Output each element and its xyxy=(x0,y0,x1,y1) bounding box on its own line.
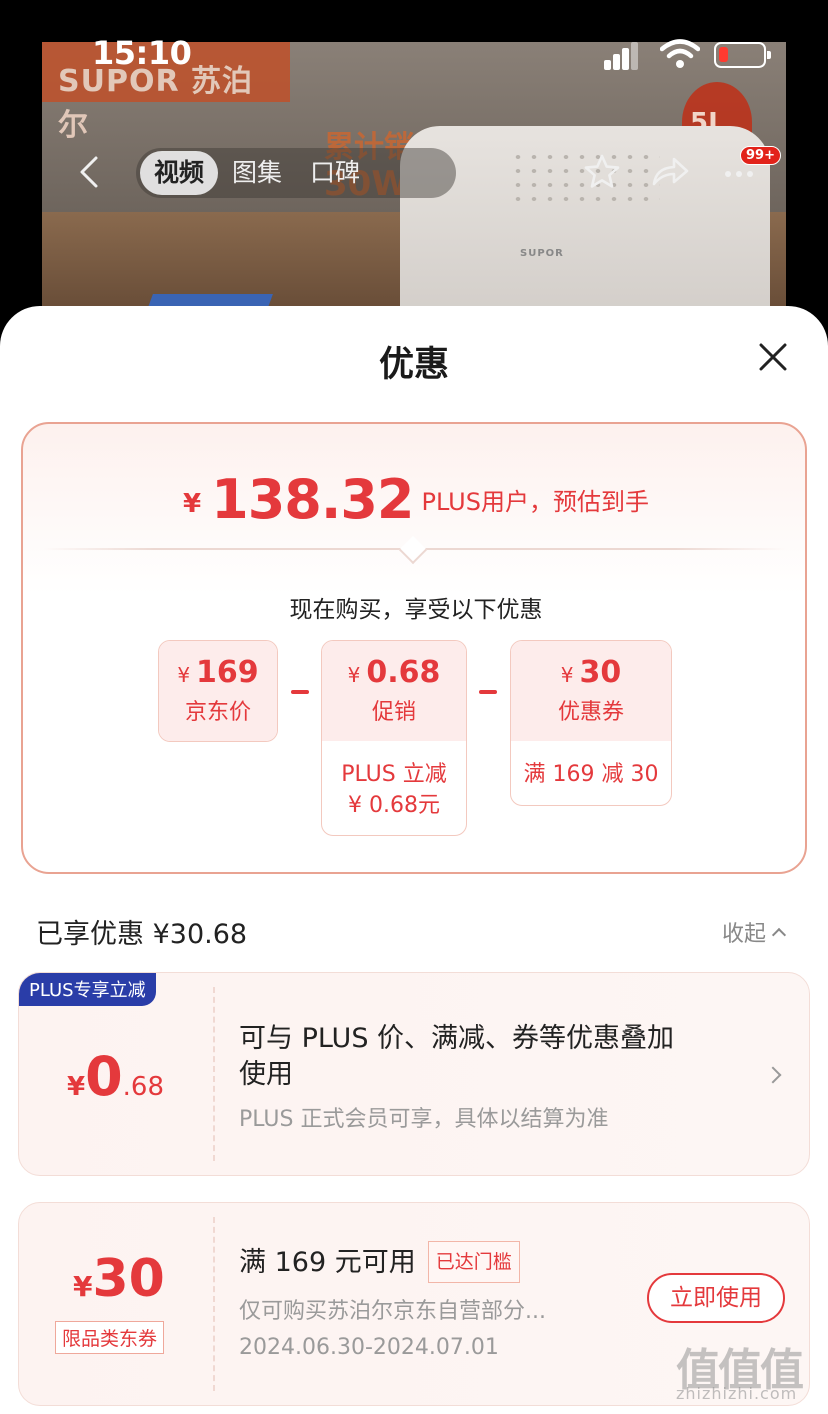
estimate-suffix: PLUS用户，预估到手 xyxy=(421,488,649,516)
threshold-reached-tag: 已达门槛 xyxy=(427,1241,520,1283)
breakdown-jd-price: ¥169 京东价 xyxy=(158,640,278,742)
collapse-toggle[interactable]: 收起 xyxy=(722,916,787,948)
breakdown-label: 促销 xyxy=(371,700,416,725)
collapse-label: 收起 xyxy=(722,922,767,947)
breakdown-top: ¥169 京东价 xyxy=(159,641,277,741)
discount-sheet: 优惠 ¥138.32 PLUS用户，预估到手 现在购买，享受以下优惠 ¥169 京… xyxy=(0,306,828,1414)
price-summary-card: ¥138.32 PLUS用户，预估到手 现在购买，享受以下优惠 ¥169 京东价 … xyxy=(21,422,807,874)
tab-video[interactable]: 视频 xyxy=(140,151,219,195)
breakdown-label: 优惠券 xyxy=(557,700,624,725)
status-time: 15:10 xyxy=(92,34,192,72)
tab-reviews[interactable]: 口碑 xyxy=(296,151,374,195)
battery-icon xyxy=(714,42,771,68)
promo-amount: ¥0.68 xyxy=(67,1045,165,1108)
ticket-separator xyxy=(213,987,215,1161)
wifi-icon xyxy=(660,39,700,68)
divider-notch xyxy=(398,535,428,565)
estimated-price: ¥138.32 PLUS用户，预估到手 xyxy=(23,468,809,531)
chevron-up-icon xyxy=(771,927,787,943)
cellular-signal-icon xyxy=(604,42,640,70)
share-icon[interactable] xyxy=(648,150,692,194)
coupon-desc: 仅可购买苏泊尔京东自营部分... xyxy=(239,1299,546,1324)
sheet-title: 优惠 xyxy=(378,345,449,385)
tab-gallery[interactable]: 图集 xyxy=(218,151,296,195)
breakdown-label: 京东价 xyxy=(184,700,251,725)
back-chevron-icon[interactable] xyxy=(68,150,112,194)
breakdown-value: ¥169 xyxy=(177,655,259,690)
use-now-button[interactable]: 立即使用 xyxy=(647,1273,785,1323)
coupon-title: 满 169 元可用 已达门槛 xyxy=(239,1241,520,1283)
breakdown-top: ¥0.68 促销 xyxy=(322,641,466,741)
plus-promo-card[interactable]: PLUS专享立减 ¥0.68 可与 PLUS 价、满减、券等优惠叠加 使用 PL… xyxy=(18,972,810,1176)
product-nav: 视频 图集 口碑 xyxy=(0,140,828,206)
estimated-amount: 138.32 xyxy=(211,468,414,531)
coupon-kind-tag: 限品类东券 xyxy=(55,1321,165,1354)
saved-amount: 已享优惠 ¥30.68 xyxy=(36,919,248,950)
promo-title: 可与 PLUS 价、满减、券等优惠叠加 使用 xyxy=(239,1023,675,1090)
breakdown-coupon: ¥30 优惠券 满 169 减 30 xyxy=(510,640,672,806)
currency-symbol: ¥ xyxy=(183,489,202,519)
chevron-right-icon xyxy=(764,1066,782,1084)
status-bar: 15:10 xyxy=(0,0,828,90)
promo-desc: PLUS 正式会员可享，具体以结算为准 xyxy=(239,1107,609,1132)
ticket-separator xyxy=(213,1217,215,1391)
breakdown-promotion: ¥0.68 促销 PLUS 立减 ¥ 0.68元 xyxy=(321,640,467,836)
star-icon[interactable] xyxy=(580,150,624,194)
breakdown-detail: PLUS 立减 ¥ 0.68元 xyxy=(341,762,447,818)
media-tabs: 视频 图集 口碑 xyxy=(136,148,456,198)
minus-sign xyxy=(291,690,309,694)
appliance-logo: SUPOR xyxy=(520,248,564,259)
message-badge: 99+ xyxy=(740,146,781,165)
breakdown-top: ¥30 优惠券 xyxy=(511,641,671,741)
close-icon[interactable] xyxy=(756,340,790,374)
breakdown-value: ¥30 xyxy=(560,655,622,690)
site-watermark-url: zhizhizhi.com xyxy=(676,1384,798,1403)
breakdown-value: ¥0.68 xyxy=(347,655,441,690)
coupon-validity: 2024.06.30-2024.07.01 xyxy=(239,1335,499,1360)
enjoy-text: 现在购买，享受以下优惠 xyxy=(289,597,543,623)
minus-sign xyxy=(479,690,497,694)
breakdown-detail: 满 169 减 30 xyxy=(523,762,659,787)
plus-tag: PLUS专享立减 xyxy=(19,973,156,1006)
coupon-amount: ¥30 xyxy=(73,1249,165,1309)
